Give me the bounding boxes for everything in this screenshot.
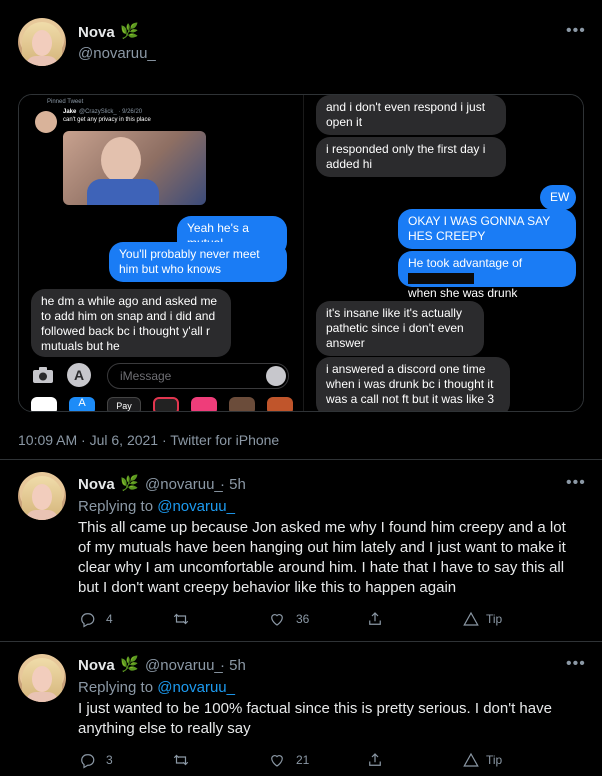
replying-label: Replying to — [78, 679, 154, 696]
reply-count: 3 — [106, 753, 113, 767]
message-bubble: it's insane like it's actually pathetic … — [316, 301, 484, 356]
message-line: when she was drunk — [408, 286, 518, 300]
message-bubble: i answered a discord one time when i was… — [316, 357, 510, 411]
author-handle[interactable]: @novaruu_ — [78, 45, 156, 62]
tweet-timestamp[interactable]: 10:09 AM · Jul 6, 2021 · Twitter for iPh… — [18, 432, 279, 448]
divider — [0, 459, 602, 460]
audio-icon[interactable] — [266, 366, 286, 386]
like-count: 21 — [296, 753, 310, 767]
divider — [0, 641, 602, 642]
tweet-text: I just wanted to be 100% factual since t… — [78, 700, 552, 737]
message-line: He took advantage of — [408, 256, 523, 270]
message-bubble: OKAY I WAS GONNA SAY HES CREEPY — [398, 209, 576, 249]
tip-icon[interactable] — [462, 751, 480, 769]
memoji-icon[interactable] — [229, 397, 255, 411]
message-bubble: He took advantage of when she was drunk — [398, 251, 576, 300]
reply-action[interactable]: 3 — [78, 751, 113, 769]
apple-pay-icon[interactable]: Pay — [107, 397, 141, 411]
activity-app-icon[interactable] — [153, 397, 179, 411]
share-icon[interactable] — [366, 751, 384, 769]
author-handle[interactable]: @novaruu_ — [145, 657, 223, 674]
like-icon[interactable] — [268, 751, 286, 769]
more-icon[interactable]: ••• — [566, 22, 586, 40]
avatar[interactable] — [18, 472, 66, 520]
redaction-bar — [408, 273, 474, 285]
embedded-photo — [63, 131, 206, 205]
tip-label: Tip — [486, 753, 503, 767]
message-bubble: he dm a while ago and asked me to add hi… — [31, 289, 231, 357]
like-count: 36 — [296, 612, 310, 626]
message-bubble: and i don't even respond i just open it — [316, 95, 506, 135]
imessage-input[interactable]: iMessage — [107, 363, 289, 389]
tip-label: Tip — [486, 612, 503, 626]
embedded-name: Jake — [63, 109, 77, 115]
herb-icon: 🌿 — [120, 475, 139, 492]
like-action[interactable]: 36 — [268, 610, 309, 628]
replying-to: Replying to @novaruu_ — [78, 497, 235, 517]
like-icon[interactable] — [268, 610, 286, 628]
replying-handle-link[interactable]: @novaruu_ — [157, 498, 235, 515]
reply-icon[interactable] — [78, 751, 96, 769]
share-action[interactable] — [366, 751, 384, 769]
share-action[interactable] — [366, 610, 384, 628]
reply-action[interactable]: 4 — [78, 610, 113, 628]
like-action[interactable]: 21 — [268, 751, 309, 769]
tip-action[interactable]: Tip — [462, 610, 502, 628]
embedded-text: can't get any privacy in this place — [63, 117, 151, 123]
camera-icon[interactable] — [31, 365, 55, 385]
retweet-action[interactable] — [172, 610, 190, 628]
message-bubble: i responded only the first day i added h… — [316, 137, 506, 177]
reply-icon[interactable] — [78, 610, 96, 628]
retweet-action[interactable] — [172, 751, 190, 769]
tweet-text: This all came up because Jon asked me wh… — [78, 519, 566, 596]
screenshot-left: Pinned Tweet Jake @CrazySlick_ · 9/26/20… — [19, 95, 302, 411]
author-handle[interactable]: @novaruu_ — [145, 476, 223, 493]
tip-icon[interactable] — [462, 610, 480, 628]
share-icon[interactable] — [366, 610, 384, 628]
tweet-time[interactable]: · 5h — [220, 476, 246, 493]
retweet-icon[interactable] — [172, 610, 190, 628]
tip-action[interactable]: Tip — [462, 751, 502, 769]
herb-icon: 🌿 — [120, 23, 139, 40]
replying-to: Replying to @novaruu_ — [78, 678, 235, 698]
imessage-placeholder: iMessage — [120, 369, 172, 383]
author-name[interactable]: Nova — [78, 657, 115, 674]
embedded-avatar — [35, 111, 57, 133]
apple-pay-label: Pay — [116, 401, 132, 411]
author-name[interactable]: Nova — [78, 476, 115, 493]
replying-handle-link[interactable]: @novaruu_ — [157, 679, 235, 696]
message-bubble: You'll probably never meet him but who k… — [109, 242, 287, 282]
screenshot-right: and i don't even respond i just open it … — [303, 95, 583, 411]
app-store-icon[interactable]: A — [67, 363, 91, 387]
tweet-media[interactable]: Pinned Tweet Jake @CrazySlick_ · 9/26/20… — [18, 94, 584, 412]
tweet-time[interactable]: · 5h — [220, 657, 246, 674]
herb-icon: 🌿 — [120, 656, 139, 673]
embedded-handle: @CrazySlick_ · 9/26/20 — [79, 109, 143, 115]
app-store-app-icon[interactable]: A — [69, 397, 95, 411]
replying-label: Replying to — [78, 498, 154, 515]
reply-count: 4 — [106, 612, 113, 626]
sticker-icon[interactable] — [267, 397, 293, 411]
pinned-label: Pinned Tweet — [47, 99, 84, 105]
author-name[interactable]: Nova — [78, 24, 115, 41]
message-bubble: EW — [540, 185, 576, 210]
photos-app-icon[interactable] — [31, 397, 57, 411]
retweet-icon[interactable] — [172, 751, 190, 769]
avatar[interactable] — [18, 18, 66, 66]
more-icon[interactable]: ••• — [566, 655, 586, 673]
more-icon[interactable]: ••• — [566, 474, 586, 492]
digital-touch-icon[interactable] — [191, 397, 217, 411]
avatar[interactable] — [18, 654, 66, 702]
